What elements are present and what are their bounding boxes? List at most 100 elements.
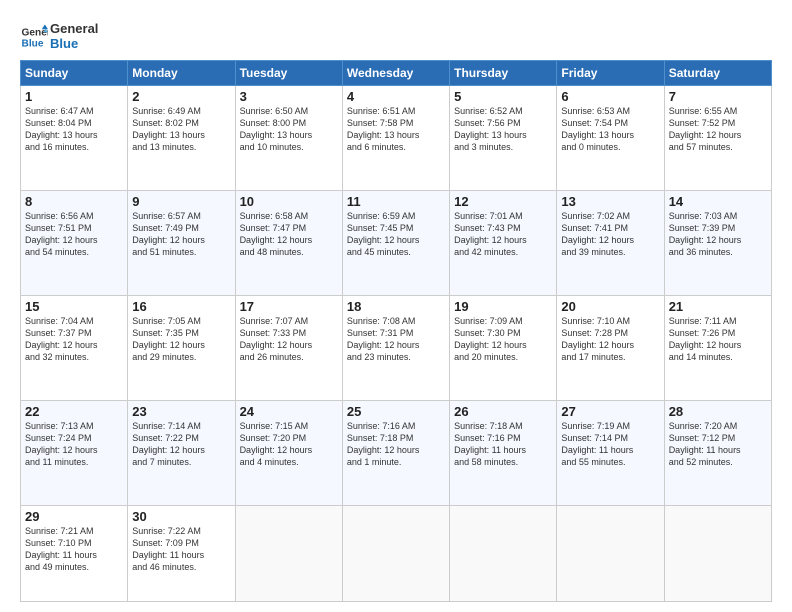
calendar-cell: 22Sunrise: 7:13 AMSunset: 7:24 PMDayligh…	[21, 400, 128, 505]
day-number: 6	[561, 89, 659, 104]
calendar-cell: 9Sunrise: 6:57 AMSunset: 7:49 PMDaylight…	[128, 190, 235, 295]
cell-info: Sunrise: 7:11 AMSunset: 7:26 PMDaylight:…	[669, 315, 767, 364]
day-number: 9	[132, 194, 230, 209]
cell-info: Sunrise: 7:18 AMSunset: 7:16 PMDaylight:…	[454, 420, 552, 469]
calendar-cell: 10Sunrise: 6:58 AMSunset: 7:47 PMDayligh…	[235, 190, 342, 295]
col-header-friday: Friday	[557, 60, 664, 85]
calendar-cell	[557, 505, 664, 601]
day-number: 4	[347, 89, 445, 104]
cell-info: Sunrise: 6:56 AMSunset: 7:51 PMDaylight:…	[25, 210, 123, 259]
logo-general: General	[50, 22, 98, 37]
day-number: 8	[25, 194, 123, 209]
calendar-cell: 28Sunrise: 7:20 AMSunset: 7:12 PMDayligh…	[664, 400, 771, 505]
calendar-cell: 27Sunrise: 7:19 AMSunset: 7:14 PMDayligh…	[557, 400, 664, 505]
calendar-cell: 13Sunrise: 7:02 AMSunset: 7:41 PMDayligh…	[557, 190, 664, 295]
cell-info: Sunrise: 7:10 AMSunset: 7:28 PMDaylight:…	[561, 315, 659, 364]
calendar-cell: 25Sunrise: 7:16 AMSunset: 7:18 PMDayligh…	[342, 400, 449, 505]
logo-blue: Blue	[50, 37, 98, 52]
calendar-cell: 19Sunrise: 7:09 AMSunset: 7:30 PMDayligh…	[450, 295, 557, 400]
day-number: 11	[347, 194, 445, 209]
day-number: 14	[669, 194, 767, 209]
cell-info: Sunrise: 6:52 AMSunset: 7:56 PMDaylight:…	[454, 105, 552, 154]
day-number: 21	[669, 299, 767, 314]
calendar-cell	[235, 505, 342, 601]
cell-info: Sunrise: 7:13 AMSunset: 7:24 PMDaylight:…	[25, 420, 123, 469]
col-header-monday: Monday	[128, 60, 235, 85]
col-header-thursday: Thursday	[450, 60, 557, 85]
cell-info: Sunrise: 7:15 AMSunset: 7:20 PMDaylight:…	[240, 420, 338, 469]
cell-info: Sunrise: 7:02 AMSunset: 7:41 PMDaylight:…	[561, 210, 659, 259]
page: General Blue General Blue SundayMondayTu…	[0, 0, 792, 612]
cell-info: Sunrise: 7:14 AMSunset: 7:22 PMDaylight:…	[132, 420, 230, 469]
logo-icon: General Blue	[20, 23, 48, 51]
calendar-cell: 5Sunrise: 6:52 AMSunset: 7:56 PMDaylight…	[450, 85, 557, 190]
day-number: 22	[25, 404, 123, 419]
calendar-table: SundayMondayTuesdayWednesdayThursdayFrid…	[20, 60, 772, 602]
cell-info: Sunrise: 7:01 AMSunset: 7:43 PMDaylight:…	[454, 210, 552, 259]
cell-info: Sunrise: 7:08 AMSunset: 7:31 PMDaylight:…	[347, 315, 445, 364]
calendar-cell: 15Sunrise: 7:04 AMSunset: 7:37 PMDayligh…	[21, 295, 128, 400]
col-header-wednesday: Wednesday	[342, 60, 449, 85]
logo: General Blue General Blue	[20, 22, 98, 52]
cell-info: Sunrise: 6:59 AMSunset: 7:45 PMDaylight:…	[347, 210, 445, 259]
day-number: 29	[25, 509, 123, 524]
calendar-cell: 24Sunrise: 7:15 AMSunset: 7:20 PMDayligh…	[235, 400, 342, 505]
calendar-cell: 6Sunrise: 6:53 AMSunset: 7:54 PMDaylight…	[557, 85, 664, 190]
calendar-cell: 2Sunrise: 6:49 AMSunset: 8:02 PMDaylight…	[128, 85, 235, 190]
day-number: 19	[454, 299, 552, 314]
cell-info: Sunrise: 6:51 AMSunset: 7:58 PMDaylight:…	[347, 105, 445, 154]
calendar-cell: 3Sunrise: 6:50 AMSunset: 8:00 PMDaylight…	[235, 85, 342, 190]
calendar-cell: 1Sunrise: 6:47 AMSunset: 8:04 PMDaylight…	[21, 85, 128, 190]
col-header-tuesday: Tuesday	[235, 60, 342, 85]
calendar-cell: 20Sunrise: 7:10 AMSunset: 7:28 PMDayligh…	[557, 295, 664, 400]
cell-info: Sunrise: 7:03 AMSunset: 7:39 PMDaylight:…	[669, 210, 767, 259]
cell-info: Sunrise: 6:49 AMSunset: 8:02 PMDaylight:…	[132, 105, 230, 154]
col-header-sunday: Sunday	[21, 60, 128, 85]
day-number: 23	[132, 404, 230, 419]
day-number: 26	[454, 404, 552, 419]
day-number: 17	[240, 299, 338, 314]
cell-info: Sunrise: 7:19 AMSunset: 7:14 PMDaylight:…	[561, 420, 659, 469]
day-number: 12	[454, 194, 552, 209]
calendar-cell: 30Sunrise: 7:22 AMSunset: 7:09 PMDayligh…	[128, 505, 235, 601]
calendar-cell	[450, 505, 557, 601]
calendar-cell: 23Sunrise: 7:14 AMSunset: 7:22 PMDayligh…	[128, 400, 235, 505]
calendar-cell: 26Sunrise: 7:18 AMSunset: 7:16 PMDayligh…	[450, 400, 557, 505]
day-number: 20	[561, 299, 659, 314]
day-number: 10	[240, 194, 338, 209]
day-number: 1	[25, 89, 123, 104]
header: General Blue General Blue	[20, 18, 772, 52]
calendar-cell: 11Sunrise: 6:59 AMSunset: 7:45 PMDayligh…	[342, 190, 449, 295]
cell-info: Sunrise: 7:04 AMSunset: 7:37 PMDaylight:…	[25, 315, 123, 364]
cell-info: Sunrise: 7:16 AMSunset: 7:18 PMDaylight:…	[347, 420, 445, 469]
calendar-cell: 21Sunrise: 7:11 AMSunset: 7:26 PMDayligh…	[664, 295, 771, 400]
calendar-cell: 8Sunrise: 6:56 AMSunset: 7:51 PMDaylight…	[21, 190, 128, 295]
day-number: 27	[561, 404, 659, 419]
day-number: 5	[454, 89, 552, 104]
day-number: 24	[240, 404, 338, 419]
calendar-cell: 4Sunrise: 6:51 AMSunset: 7:58 PMDaylight…	[342, 85, 449, 190]
day-number: 28	[669, 404, 767, 419]
svg-text:Blue: Blue	[22, 38, 44, 49]
day-number: 15	[25, 299, 123, 314]
day-number: 2	[132, 89, 230, 104]
day-number: 18	[347, 299, 445, 314]
day-number: 3	[240, 89, 338, 104]
cell-info: Sunrise: 7:05 AMSunset: 7:35 PMDaylight:…	[132, 315, 230, 364]
col-header-saturday: Saturday	[664, 60, 771, 85]
calendar-cell: 17Sunrise: 7:07 AMSunset: 7:33 PMDayligh…	[235, 295, 342, 400]
calendar-cell: 16Sunrise: 7:05 AMSunset: 7:35 PMDayligh…	[128, 295, 235, 400]
cell-info: Sunrise: 7:22 AMSunset: 7:09 PMDaylight:…	[132, 525, 230, 574]
cell-info: Sunrise: 6:55 AMSunset: 7:52 PMDaylight:…	[669, 105, 767, 154]
calendar-cell: 12Sunrise: 7:01 AMSunset: 7:43 PMDayligh…	[450, 190, 557, 295]
calendar-cell	[664, 505, 771, 601]
cell-info: Sunrise: 6:50 AMSunset: 8:00 PMDaylight:…	[240, 105, 338, 154]
calendar-cell: 29Sunrise: 7:21 AMSunset: 7:10 PMDayligh…	[21, 505, 128, 601]
calendar-cell: 18Sunrise: 7:08 AMSunset: 7:31 PMDayligh…	[342, 295, 449, 400]
cell-info: Sunrise: 7:21 AMSunset: 7:10 PMDaylight:…	[25, 525, 123, 574]
cell-info: Sunrise: 7:20 AMSunset: 7:12 PMDaylight:…	[669, 420, 767, 469]
day-number: 7	[669, 89, 767, 104]
calendar-cell: 7Sunrise: 6:55 AMSunset: 7:52 PMDaylight…	[664, 85, 771, 190]
cell-info: Sunrise: 6:53 AMSunset: 7:54 PMDaylight:…	[561, 105, 659, 154]
calendar-cell: 14Sunrise: 7:03 AMSunset: 7:39 PMDayligh…	[664, 190, 771, 295]
